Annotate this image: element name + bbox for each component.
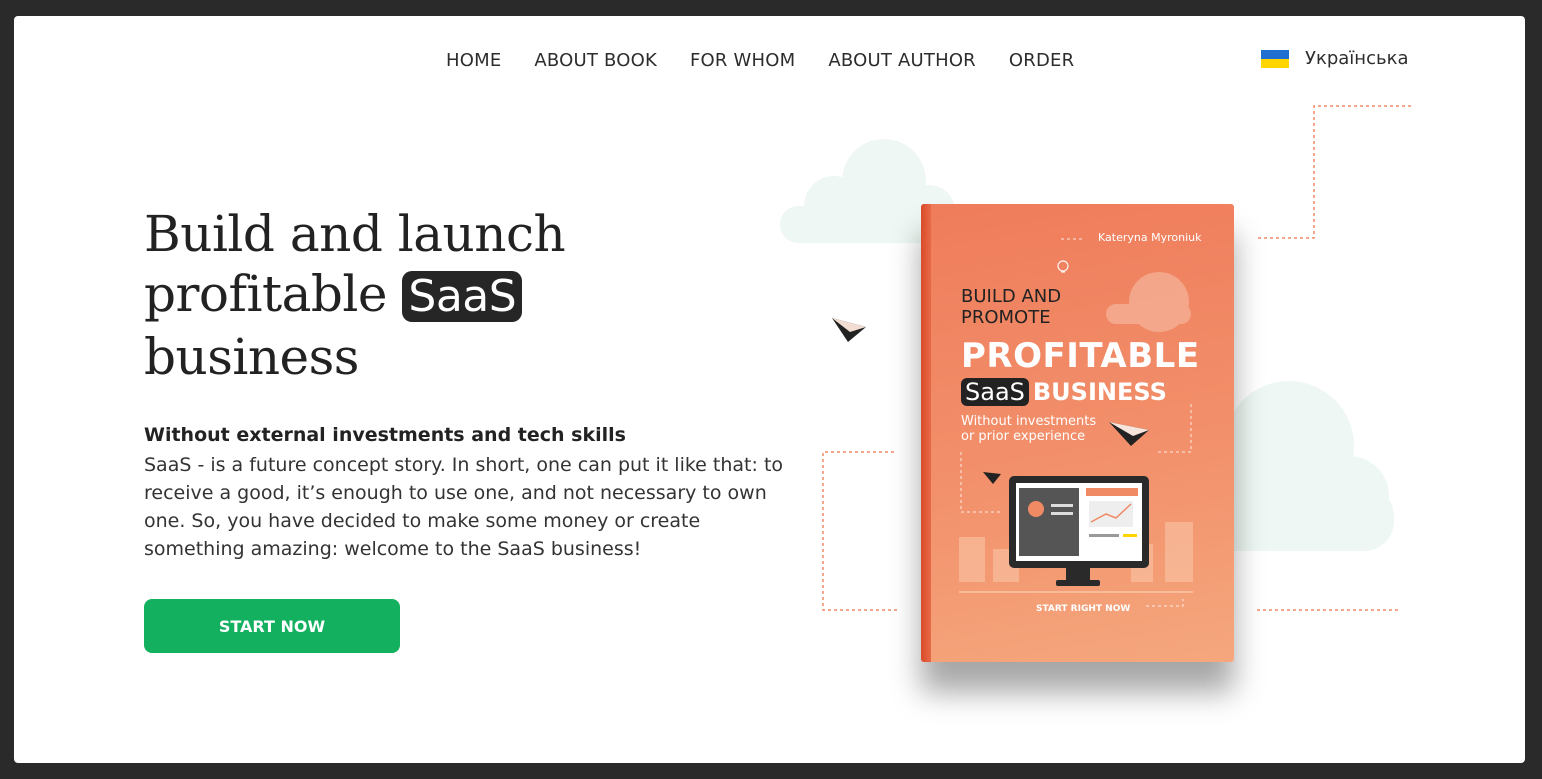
book-cover: Kateryna Myroniuk BUILD AND PROMOTE PROF… — [921, 204, 1234, 662]
hero-illustration — [780, 105, 1411, 611]
page: HOME ABOUT BOOK FOR WHOM ABOUT AUTHOR OR… — [14, 16, 1525, 763]
paper-plane-icon — [983, 422, 1149, 484]
paper-plane-icon — [832, 318, 866, 342]
book-cta: START RIGHT NOW — [1036, 604, 1131, 614]
book-cloud-icon — [1106, 272, 1191, 332]
lightbulb-icon — [1057, 260, 1069, 273]
book-artwork — [959, 238, 1193, 607]
monitor-icon — [1009, 476, 1149, 586]
